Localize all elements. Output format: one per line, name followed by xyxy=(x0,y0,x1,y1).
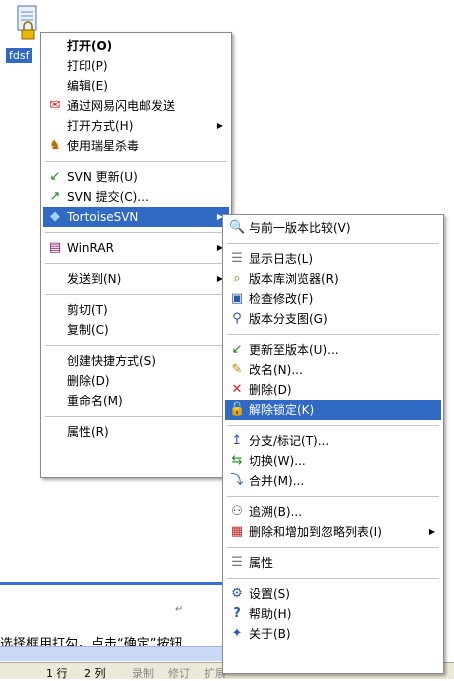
menu-item-svn-update[interactable]: ↙ SVN 更新(U) xyxy=(43,167,229,187)
menu-item-winrar[interactable]: ▤ WinRAR ▶ xyxy=(43,238,229,258)
menu-item-copy[interactable]: 复制(C) xyxy=(43,320,229,340)
check-modifications-icon: ▣ xyxy=(230,291,244,306)
horizontal-scrollbar[interactable] xyxy=(0,646,225,661)
submenu-item-show-log[interactable]: ☰ 显示日志(L) xyxy=(225,249,441,269)
menu-item-open-with[interactable]: 打开方式(H) ▶ xyxy=(43,116,229,136)
menu-item-rising-scan[interactable]: ♞ 使用瑞星杀毒 xyxy=(43,136,229,156)
menu-separator xyxy=(45,345,227,346)
tortoisesvn-icon: ◆ xyxy=(50,209,60,224)
menu-separator xyxy=(227,547,439,548)
repo-browser-icon: ⌕ xyxy=(233,271,241,286)
status-record[interactable]: 录制 xyxy=(132,665,154,681)
submenu-item-branch-tag[interactable]: ↥ 分支/标记(T)... xyxy=(225,431,441,451)
menu-item-tortoisesvn[interactable]: ◆ TortoiseSVN ▶ xyxy=(43,207,229,227)
status-column: 2 列 xyxy=(84,667,106,680)
menu-separator xyxy=(227,425,439,426)
status-track[interactable]: 修订 xyxy=(168,665,190,681)
branch-tag-icon: ↥ xyxy=(231,433,243,448)
submenu-item-repo-browser[interactable]: ⌕ 版本库浏览器(R) xyxy=(225,269,441,289)
update-to-revision-icon: ↙ xyxy=(231,342,243,357)
unlock-icon: 🔓 xyxy=(229,402,246,417)
menu-separator xyxy=(227,334,439,335)
menu-item-create-shortcut[interactable]: 创建快捷方式(S) xyxy=(43,351,229,371)
revision-graph-icon: ⚲ xyxy=(232,311,242,326)
submenu-arrow-icon: ▶ xyxy=(216,121,223,130)
help-icon: ? xyxy=(233,606,241,621)
submenu-item-merge[interactable]: ⤵ 合并(M)... xyxy=(225,471,441,491)
menu-separator xyxy=(45,263,227,264)
menu-separator xyxy=(45,161,227,162)
diff-icon: 🔍 xyxy=(229,220,246,235)
antivirus-icon: ♞ xyxy=(49,138,61,153)
log-icon: ☰ xyxy=(231,251,243,266)
submenu-item-help[interactable]: ? 帮助(H) xyxy=(225,604,441,624)
status-line: 1 行 xyxy=(46,667,68,680)
submenu-item-unlock[interactable]: 🔓 解除锁定(K) xyxy=(225,400,441,420)
settings-icon: ⚙ xyxy=(231,586,243,601)
submenu-item-properties[interactable]: ☰ 属性 xyxy=(225,553,441,573)
menu-separator xyxy=(45,416,227,417)
menu-item-open[interactable]: 打开(O) xyxy=(43,36,229,56)
blame-icon: ⚇ xyxy=(231,504,243,519)
menu-item-send-to[interactable]: 发送到(N) ▶ xyxy=(43,269,229,289)
menu-separator xyxy=(227,496,439,497)
submenu-item-check-modifications[interactable]: ▣ 检查修改(F) xyxy=(225,289,441,309)
svn-commit-icon: ↗ xyxy=(49,189,61,204)
menu-item-cut[interactable]: 剪切(T) xyxy=(43,300,229,320)
submenu-item-delete[interactable]: ✕ 删除(D) xyxy=(225,380,441,400)
winrar-icon: ▤ xyxy=(48,240,62,255)
mail-icon: ✉ xyxy=(49,98,61,113)
submenu-item-diff[interactable]: 🔍 与前一版本比较(V) xyxy=(225,218,441,238)
rename-icon: ✎ xyxy=(231,362,243,377)
paragraph-mark: ↵ xyxy=(175,604,184,615)
menu-item-edit[interactable]: 编辑(E) xyxy=(43,76,229,96)
properties-icon: ☰ xyxy=(231,555,243,570)
menu-item-rename[interactable]: 重命名(M) xyxy=(43,391,229,411)
context-menu: 打开(O) 打印(P) 编辑(E) ✉ 通过网易闪电邮发送 打开方式(H) ▶ … xyxy=(40,32,232,478)
submenu-item-ignore-list[interactable]: ▦ 删除和增加到忽略列表(I) ▶ xyxy=(225,522,441,542)
submenu-arrow-icon: ▶ xyxy=(428,527,435,536)
menu-item-delete[interactable]: 删除(D) xyxy=(43,371,229,391)
menu-item-send-netease[interactable]: ✉ 通过网易闪电邮发送 xyxy=(43,96,229,116)
delete-icon: ✕ xyxy=(231,382,243,397)
svn-update-icon: ↙ xyxy=(49,169,61,184)
tortoisesvn-submenu: 🔍 与前一版本比较(V) ☰ 显示日志(L) ⌕ 版本库浏览器(R) ▣ 检查修… xyxy=(222,214,444,674)
submenu-item-update-to-revision[interactable]: ↙ 更新至版本(U)... xyxy=(225,340,441,360)
menu-separator xyxy=(227,243,439,244)
menu-item-print[interactable]: 打印(P) xyxy=(43,56,229,76)
file-name-label[interactable]: fdsf xyxy=(6,48,33,63)
menu-separator xyxy=(45,232,227,233)
submenu-item-about[interactable]: ✦ 关于(B) xyxy=(225,624,441,644)
menu-separator xyxy=(45,294,227,295)
submenu-item-blame[interactable]: ⚇ 追溯(B)... xyxy=(225,502,441,522)
menu-item-properties[interactable]: 属性(R) xyxy=(43,422,229,442)
menu-item-svn-commit[interactable]: ↗ SVN 提交(C)... xyxy=(43,187,229,207)
submenu-item-settings[interactable]: ⚙ 设置(S) xyxy=(225,584,441,604)
menu-separator xyxy=(227,578,439,579)
submenu-item-revision-graph[interactable]: ⚲ 版本分支图(G) xyxy=(225,309,441,329)
merge-icon: ⤵ xyxy=(230,473,244,488)
ignore-list-icon: ▦ xyxy=(230,524,244,539)
submenu-item-rename[interactable]: ✎ 改名(N)... xyxy=(225,360,441,380)
about-icon: ✦ xyxy=(231,626,243,641)
switch-icon: ⇆ xyxy=(231,453,243,468)
submenu-item-switch[interactable]: ⇆ 切换(W)... xyxy=(225,451,441,471)
